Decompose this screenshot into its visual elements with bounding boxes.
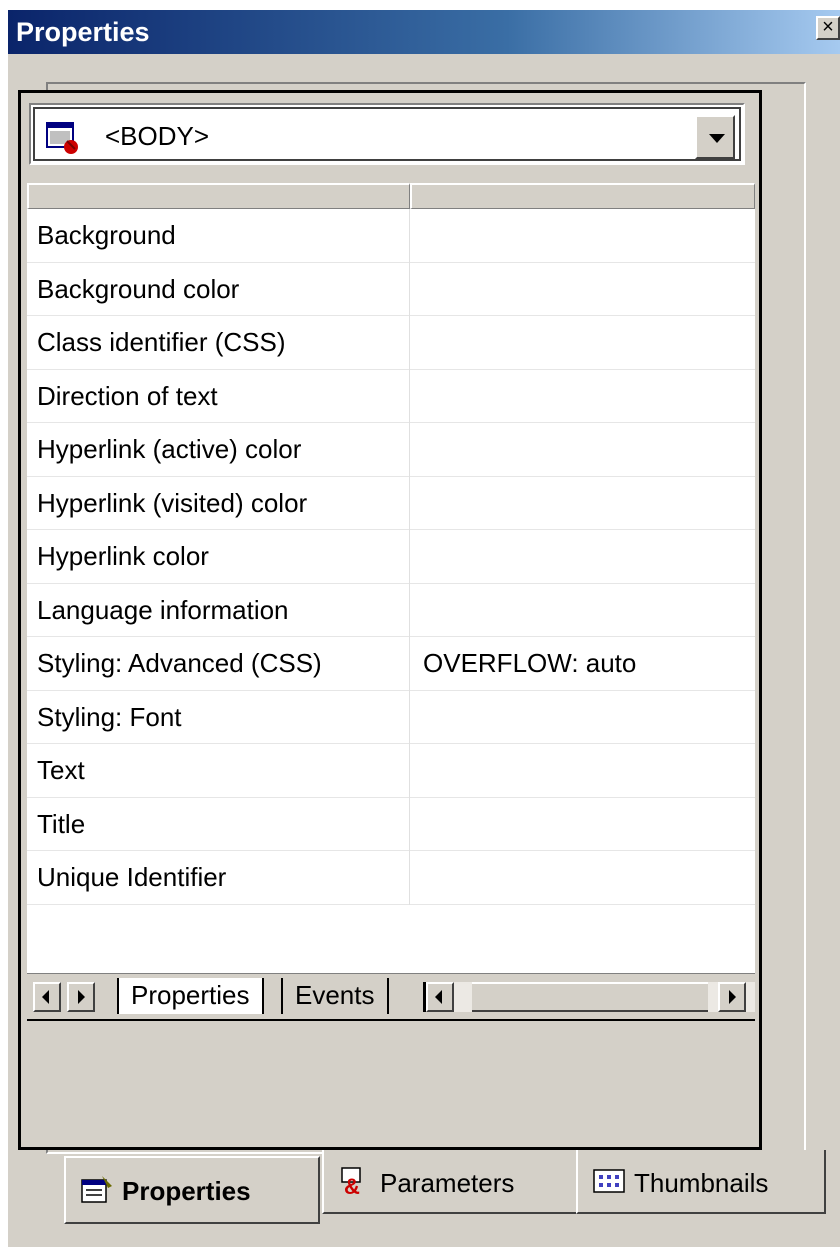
property-value[interactable] bbox=[423, 744, 753, 798]
property-value[interactable] bbox=[423, 798, 753, 852]
hscroll-left-button[interactable] bbox=[426, 982, 454, 1012]
chevron-down-icon bbox=[709, 134, 725, 143]
tab-events[interactable]: Events bbox=[281, 978, 389, 1014]
property-value[interactable] bbox=[423, 209, 753, 263]
description-area bbox=[27, 1019, 755, 1145]
tab-bottom-thumbnails[interactable]: Thumbnails bbox=[576, 1150, 826, 1214]
column-divider bbox=[409, 262, 410, 316]
property-value[interactable] bbox=[423, 423, 753, 477]
property-name: Class identifier (CSS) bbox=[37, 327, 286, 357]
property-value[interactable] bbox=[423, 316, 753, 370]
arrow-right-icon bbox=[729, 990, 736, 1004]
property-value[interactable] bbox=[423, 584, 753, 638]
close-icon: × bbox=[822, 16, 834, 38]
sheet-tab-bar: Properties Events bbox=[27, 973, 755, 1019]
properties-icon bbox=[81, 1176, 112, 1203]
tab-scroll-right-button[interactable] bbox=[67, 982, 95, 1012]
element-selector[interactable]: <BODY> bbox=[29, 103, 745, 165]
property-value[interactable]: OVERFLOW: auto bbox=[423, 637, 753, 691]
tab-properties[interactable]: Properties bbox=[117, 978, 264, 1014]
property-name: Background bbox=[37, 220, 176, 250]
dropdown-button[interactable] bbox=[695, 115, 735, 159]
column-divider bbox=[409, 423, 410, 477]
html-element-icon bbox=[46, 122, 78, 154]
property-value[interactable] bbox=[423, 691, 753, 745]
property-row[interactable]: Text bbox=[27, 744, 755, 798]
property-name: Direction of text bbox=[37, 380, 218, 411]
column-divider bbox=[409, 530, 410, 584]
grid-header bbox=[27, 183, 755, 209]
tab-bottom-properties-label: Properties bbox=[122, 1176, 251, 1206]
property-value[interactable] bbox=[423, 477, 753, 531]
property-row[interactable]: Unique Identifier bbox=[27, 851, 755, 905]
close-button[interactable]: × bbox=[816, 16, 840, 40]
property-value[interactable] bbox=[423, 851, 753, 905]
tab-bottom-properties[interactable]: Properties bbox=[64, 1156, 320, 1224]
property-name: Hyperlink color bbox=[37, 541, 209, 571]
parameters-icon: & bbox=[341, 1167, 361, 1196]
property-name: Styling: Font bbox=[37, 701, 182, 732]
property-name: Background color bbox=[37, 273, 240, 304]
title-bar[interactable]: Properties × bbox=[8, 10, 840, 54]
tab-bottom-parameters[interactable]: & Parameters bbox=[322, 1150, 578, 1214]
element-selector-inner: <BODY> bbox=[33, 107, 741, 161]
bottom-tab-strip: Properties & Parameters Thumbnails bbox=[64, 1150, 840, 1226]
property-row[interactable]: Hyperlink (visited) color bbox=[27, 476, 755, 531]
column-divider bbox=[409, 369, 410, 423]
property-row[interactable]: Hyperlink (active) color bbox=[27, 423, 755, 477]
property-value[interactable] bbox=[423, 530, 753, 584]
property-name: Hyperlink (visited) color bbox=[37, 487, 308, 518]
column-divider bbox=[409, 690, 410, 744]
arrow-left-icon bbox=[42, 990, 49, 1004]
property-value[interactable] bbox=[423, 263, 753, 317]
property-row[interactable]: Language information bbox=[27, 583, 755, 638]
property-grid: Background Background color Class identifi… bbox=[27, 183, 755, 973]
thumbnails-icon bbox=[593, 1169, 625, 1193]
property-name: Title bbox=[37, 808, 86, 839]
column-divider bbox=[409, 476, 410, 530]
property-row[interactable]: Title bbox=[27, 797, 755, 852]
property-row[interactable]: Hyperlink color bbox=[27, 530, 755, 584]
property-row[interactable]: Styling: Font bbox=[27, 690, 755, 745]
column-divider bbox=[409, 744, 410, 798]
properties-window: Properties × <BODY> Background Backgroun… bbox=[8, 10, 840, 1247]
column-divider bbox=[409, 209, 410, 263]
property-row[interactable]: Styling: Advanced (CSS) OVERFLOW: auto bbox=[27, 637, 755, 691]
horizontal-scrollbar[interactable] bbox=[423, 982, 755, 1012]
property-row[interactable]: Class identifier (CSS) bbox=[27, 316, 755, 370]
value-column-header[interactable] bbox=[410, 183, 755, 209]
hscroll-thumb[interactable] bbox=[472, 982, 708, 1012]
property-name: Styling: Advanced (CSS) bbox=[37, 648, 322, 678]
column-divider bbox=[409, 797, 410, 851]
properties-panel: <BODY> Background Background color Class i… bbox=[18, 90, 762, 1150]
arrow-left-icon bbox=[435, 990, 442, 1004]
arrow-right-icon bbox=[78, 990, 85, 1004]
property-name: Language information bbox=[37, 594, 289, 625]
column-divider bbox=[409, 316, 410, 370]
property-name: Text bbox=[37, 755, 85, 785]
property-value[interactable] bbox=[423, 370, 753, 424]
tab-scroll-left-button[interactable] bbox=[33, 982, 61, 1012]
column-divider bbox=[409, 637, 410, 691]
selected-element-text: <BODY> bbox=[105, 121, 210, 151]
window-title: Properties bbox=[16, 17, 150, 47]
svg-text:&: & bbox=[344, 1174, 360, 1196]
property-row[interactable]: Direction of text bbox=[27, 369, 755, 424]
tab-bottom-thumbnails-label: Thumbnails bbox=[634, 1168, 769, 1198]
property-name: Unique Identifier bbox=[37, 862, 227, 892]
tab-bottom-parameters-label: Parameters bbox=[380, 1168, 515, 1198]
property-row[interactable]: Background bbox=[27, 209, 755, 263]
name-column-header[interactable] bbox=[27, 183, 410, 209]
column-divider bbox=[409, 583, 410, 637]
property-name: Hyperlink (active) color bbox=[37, 434, 302, 464]
property-row[interactable]: Background color bbox=[27, 262, 755, 317]
column-divider bbox=[409, 851, 410, 905]
hscroll-right-button[interactable] bbox=[718, 982, 746, 1012]
